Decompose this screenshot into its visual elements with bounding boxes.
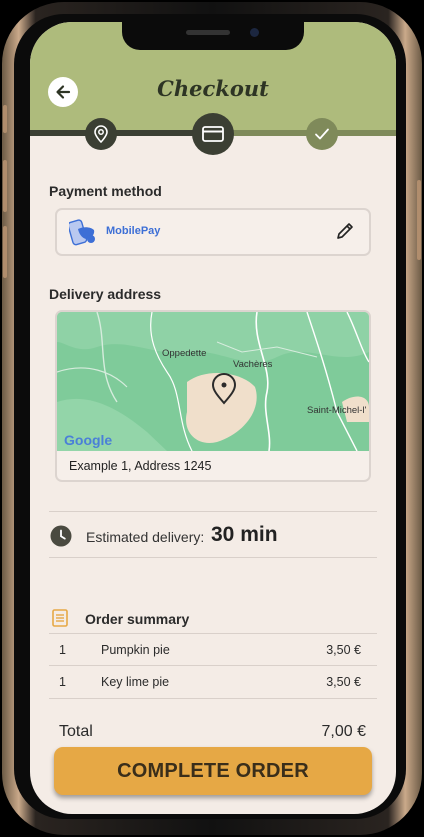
step-confirm[interactable] (306, 118, 338, 150)
pencil-icon[interactable] (335, 221, 355, 241)
estimated-delivery-value: 30 min (211, 523, 278, 546)
map-label-saint-michel: Saint-Michel-l' (307, 405, 367, 416)
receipt-icon (52, 609, 68, 627)
mobilepay-logo (69, 219, 95, 246)
delivery-address-label: Delivery address (49, 286, 162, 302)
item-price: 3,50 € (326, 675, 361, 689)
complete-order-button[interactable]: COMPLETE ORDER (54, 747, 372, 795)
delivery-address-card[interactable]: Oppedette Vachères Saint-Michel-l' Googl… (55, 310, 371, 482)
divider (49, 557, 377, 558)
stepper-remaining-line (214, 130, 396, 136)
payment-method-label: Payment method (49, 183, 162, 199)
map-label-oppedette: Oppedette (162, 348, 206, 359)
item-quantity: 1 (59, 643, 66, 657)
order-item-row: 1 Key lime pie 3,50 € (49, 666, 377, 698)
delivery-address-text: Example 1, Address 1245 (69, 459, 212, 473)
front-camera (250, 28, 259, 37)
power-button (417, 180, 421, 260)
divider (49, 698, 377, 699)
stepper-progress-line (30, 130, 214, 136)
order-summary-title: Order summary (85, 611, 190, 627)
checkmark-icon (315, 128, 329, 140)
item-name: Pumpkin pie (101, 643, 170, 657)
item-quantity: 1 (59, 675, 66, 689)
total-label: Total (59, 723, 93, 740)
notch (122, 22, 304, 50)
payment-method-card[interactable]: MobilePay (55, 208, 371, 256)
item-price: 3,50 € (326, 643, 361, 657)
silent-switch (3, 105, 7, 133)
order-item-row: 1 Pumpkin pie 3,50 € (49, 634, 377, 666)
total-value: 7,00 € (321, 723, 366, 740)
clock-icon (50, 525, 72, 547)
item-name: Key lime pie (101, 675, 170, 689)
divider (49, 511, 377, 512)
app-screen: Checkout Payment method MobilePay Delive… (30, 22, 396, 814)
speaker (186, 30, 230, 35)
page-title: Checkout (157, 76, 269, 101)
map-label-vacheres: Vachères (233, 359, 273, 370)
map-view[interactable]: Oppedette Vachères Saint-Michel-l' Googl… (57, 312, 369, 451)
estimated-delivery-label: Estimated delivery: (86, 529, 205, 545)
google-logo: Google (64, 432, 112, 448)
step-address[interactable] (85, 118, 117, 150)
location-pin-icon (94, 125, 108, 143)
step-payment[interactable] (192, 113, 234, 155)
volume-up-button (3, 160, 7, 212)
volume-down-button (3, 226, 7, 278)
credit-card-icon (202, 126, 224, 142)
payment-provider-name: MobilePay (106, 225, 161, 237)
